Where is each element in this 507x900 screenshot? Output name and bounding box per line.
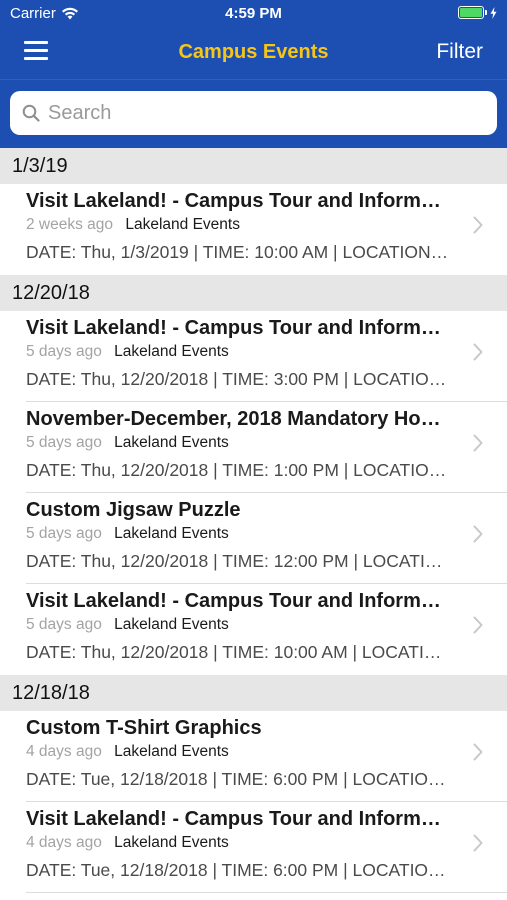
event-row[interactable]: Custom Jigsaw Puzzle 5 days ago Lakeland… xyxy=(0,493,507,584)
status-time: 4:59 PM xyxy=(225,5,282,22)
filter-button[interactable]: Filter xyxy=(436,40,483,64)
event-row[interactable]: Visit Lakeland! - Campus Tour and Inform… xyxy=(0,584,507,675)
battery-icon xyxy=(458,6,497,19)
event-meta: 5 days ago Lakeland Events xyxy=(26,525,229,543)
event-details: DATE: Tue, 12/18/2018 | TIME: 6:00 PM | … xyxy=(26,769,450,789)
status-bar: Carrier 4:59 PM xyxy=(0,0,507,28)
event-organizer: Lakeland Events xyxy=(114,434,229,451)
event-time-ago: 2 weeks ago xyxy=(26,216,114,233)
event-title: Visit Lakeland! - Campus Tour and Inform… xyxy=(26,317,450,339)
chevron-right-icon xyxy=(473,616,483,634)
event-title: Visit Lakeland! - Campus Tour and Inform… xyxy=(26,808,450,830)
event-organizer: Lakeland Events xyxy=(114,616,229,633)
chevron-right-icon xyxy=(473,743,483,761)
chevron-right-icon xyxy=(473,343,483,361)
event-title: Visit Lakeland! - Campus Tour and Inform… xyxy=(26,190,450,212)
event-time-ago: 4 days ago xyxy=(26,743,102,760)
event-meta: 5 days ago Lakeland Events xyxy=(26,434,229,452)
event-organizer: Lakeland Events xyxy=(114,834,229,851)
event-details: DATE: Thu, 12/20/2018 | TIME: 1:00 PM | … xyxy=(26,460,450,480)
section-header-date: 12/20/18 xyxy=(0,275,507,311)
section-header-date: 12/18/18 xyxy=(0,675,507,711)
event-row[interactable]: Visit Lakeland! - Campus Tour and Inform… xyxy=(0,802,507,893)
event-meta: 5 days ago Lakeland Events xyxy=(26,343,229,361)
event-meta: 5 days ago Lakeland Events xyxy=(26,616,229,634)
event-meta: 4 days ago Lakeland Events xyxy=(26,834,229,852)
event-row[interactable]: Visit Lakeland! - Campus Tour and Inform… xyxy=(0,184,507,275)
navigation-bar: Campus Events Filter xyxy=(0,34,507,74)
event-organizer: Lakeland Events xyxy=(125,216,240,233)
chevron-right-icon xyxy=(473,525,483,543)
event-details: DATE: Thu, 12/20/2018 | TIME: 10:00 AM |… xyxy=(26,642,450,662)
search-input[interactable] xyxy=(48,101,468,125)
event-row[interactable]: Custom T-Shirt Graphics 4 days ago Lakel… xyxy=(0,711,507,802)
event-meta: 4 days ago Lakeland Events xyxy=(26,743,229,761)
chevron-right-icon xyxy=(473,216,483,234)
event-time-ago: 4 days ago xyxy=(26,834,102,851)
event-row[interactable]: Visit Lakeland! - Campus Tour and Inform… xyxy=(0,311,507,402)
event-details: DATE: Thu, 12/20/2018 | TIME: 12:00 PM |… xyxy=(26,551,450,571)
events-list: 1/3/19 Visit Lakeland! - Campus Tour and… xyxy=(0,148,507,893)
app-header: Carrier 4:59 PM Campus Events Filter xyxy=(0,0,507,148)
event-row[interactable]: November-December, 2018 Mandatory Housin… xyxy=(0,402,507,493)
page-title: Campus Events xyxy=(178,41,329,63)
event-meta: 2 weeks ago Lakeland Events xyxy=(26,216,240,234)
event-time-ago: 5 days ago xyxy=(26,434,102,451)
event-organizer: Lakeland Events xyxy=(114,743,229,760)
nav-divider xyxy=(0,79,507,80)
chevron-right-icon xyxy=(473,434,483,452)
event-time-ago: 5 days ago xyxy=(26,343,102,360)
event-details: DATE: Thu, 12/20/2018 | TIME: 3:00 PM | … xyxy=(26,369,450,389)
event-organizer: Lakeland Events xyxy=(114,343,229,360)
row-divider xyxy=(26,892,507,893)
event-organizer: Lakeland Events xyxy=(114,525,229,542)
event-title: Custom T-Shirt Graphics xyxy=(26,717,262,739)
chevron-right-icon xyxy=(473,834,483,852)
event-title: Visit Lakeland! - Campus Tour and Inform… xyxy=(26,590,450,612)
charging-bolt-icon xyxy=(490,6,497,19)
event-details: DATE: Tue, 12/18/2018 | TIME: 6:00 PM | … xyxy=(26,860,450,880)
event-time-ago: 5 days ago xyxy=(26,525,102,542)
event-title: Custom Jigsaw Puzzle xyxy=(26,499,241,521)
event-details: DATE: Thu, 1/3/2019 | TIME: 10:00 AM | L… xyxy=(26,242,450,262)
event-time-ago: 5 days ago xyxy=(26,616,102,633)
section-header-date: 1/3/19 xyxy=(0,148,507,184)
search-bar[interactable] xyxy=(10,91,497,135)
event-title: November-December, 2018 Mandatory Housin… xyxy=(26,408,450,430)
search-icon xyxy=(22,104,40,122)
